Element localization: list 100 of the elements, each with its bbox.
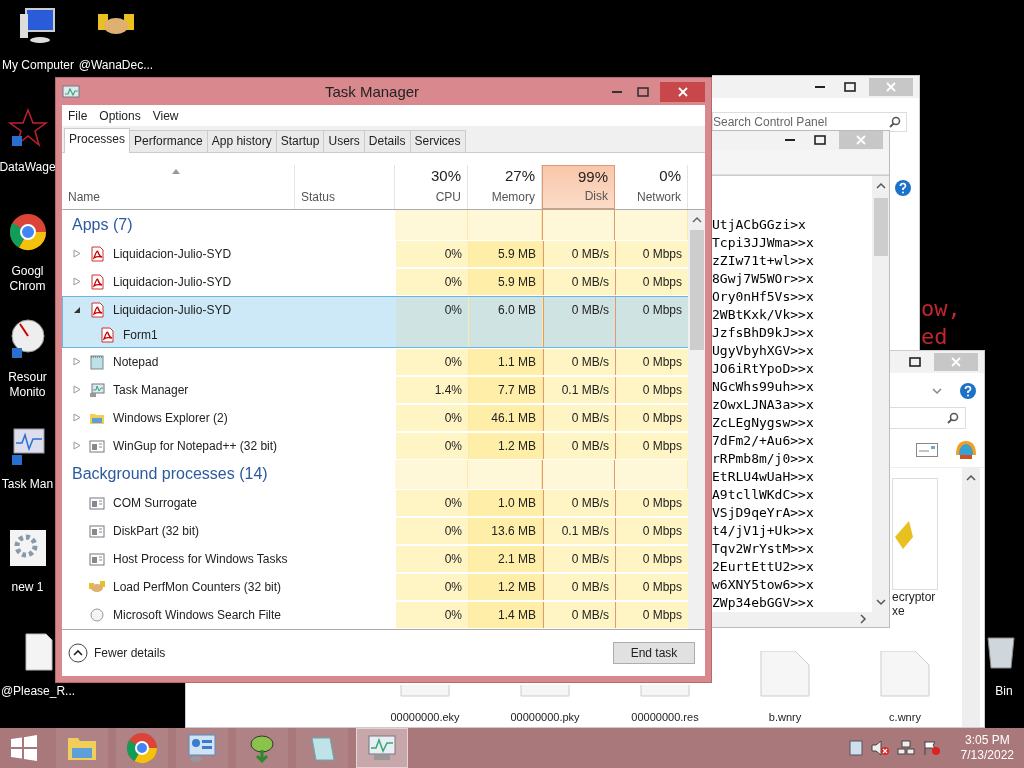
scroll-up-icon: [875, 181, 886, 190]
table-cell: 0 MB/s: [543, 240, 616, 267]
group-header: Background processes (14): [72, 465, 268, 484]
clock-date[interactable]: 7/13/2022: [960, 748, 1014, 763]
taskbar-button[interactable]: [176, 728, 228, 768]
process-name: Notepad: [113, 354, 159, 369]
table-row[interactable]: Liquidacion-Julio-SYD 0% 6.0 MB 0 MB/s 0 Mbps Form1: [62, 295, 688, 348]
tab[interactable]: Details: [363, 130, 411, 152]
scrollbar-thumb[interactable]: [873, 197, 888, 256]
expand-arrow-icon[interactable]: [73, 249, 81, 258]
expand-arrow-icon[interactable]: [73, 385, 81, 394]
tab[interactable]: Performance: [129, 130, 208, 152]
table-row[interactable]: Task Manager 1.4% 7.7 MB 0.1 MB/s 0 Mbps: [62, 375, 688, 404]
taskbar-button[interactable]: [236, 728, 288, 768]
icon-label: Bin: [995, 684, 1013, 699]
close-icon: [856, 135, 866, 146]
column-header[interactable]: 0% Network: [615, 165, 688, 209]
close-icon: [951, 357, 961, 367]
tab[interactable]: Processes: [64, 128, 131, 153]
table-row[interactable]: Notepad 0% 1.1 MB 0 MB/s 0 Mbps: [62, 347, 688, 376]
scrollbar[interactable]: [962, 468, 980, 727]
expand-arrow-icon[interactable]: [73, 413, 81, 422]
chevron-down-icon[interactable]: [932, 387, 942, 395]
pdf-icon: [89, 245, 105, 262]
wallpaper-text: ow,: [921, 296, 961, 322]
minimize-icon: [815, 86, 825, 88]
network-icon[interactable]: [896, 740, 915, 756]
table-row[interactable]: Liquidacion-Julio-SYD 0% 5.9 MB 0 MB/s 0 Mbps: [62, 239, 688, 268]
column-header[interactable]: Status: [295, 165, 395, 209]
tab[interactable]: Services: [409, 130, 466, 152]
scroll-up-icon: [691, 216, 702, 224]
menu-item[interactable]: View: [152, 109, 179, 123]
table-cell: 0%: [396, 490, 469, 516]
column-header[interactable]: 30% CPU: [395, 165, 468, 209]
computer-icon[interactable]: [18, 6, 58, 46]
text-line: Tqv2WrYstM>>x: [712, 539, 815, 558]
help-icon[interactable]: [960, 383, 976, 399]
scrollbar-thumb[interactable]: [689, 230, 704, 350]
icon-label: Resour: [8, 370, 47, 385]
end-task-button[interactable]: End task: [613, 642, 695, 664]
window-icon: [89, 523, 105, 539]
text-line: zZIw71t+wl>>x: [712, 251, 815, 270]
column-header[interactable]: 99% Disk: [542, 165, 615, 209]
icon-label: DataWage: [0, 160, 56, 175]
table-row[interactable]: DiskPart (32 bit) 0% 13.6 MB 0.1 MB/s 0 Mbps: [62, 517, 688, 545]
help-icon[interactable]: [895, 180, 911, 196]
speaker-muted-icon[interactable]: [870, 740, 889, 756]
clock-time[interactable]: 3:05 PM: [964, 733, 1010, 748]
table-row[interactable]: COM Surrogate 0% 1.0 MB 0 MB/s 0 Mbps: [62, 489, 688, 517]
chrome-icon[interactable]: [7, 212, 48, 252]
menu-item[interactable]: File: [68, 109, 88, 123]
search-field[interactable]: Search Control Panel: [712, 112, 907, 132]
shell-icon[interactable]: [954, 439, 978, 461]
process-name: Liquidacion-Julio-SYD: [113, 274, 232, 289]
taskbar-button[interactable]: [356, 728, 408, 768]
text-line: 2WBtKxk/Vk>>x: [712, 305, 815, 324]
text-line: rRPmb8m/j0>>x: [712, 449, 815, 468]
table-row[interactable]: WinGup for Notepad++ (32 bit) 0% 1.2 MB 0 MB/s 0 Mbps: [62, 431, 688, 460]
taskbar-button[interactable]: [116, 728, 168, 768]
tab[interactable]: Users: [323, 130, 365, 152]
close-button[interactable]: [660, 81, 705, 102]
scrollbar[interactable]: [688, 210, 705, 629]
table-row[interactable]: Host Process for Windows Tasks 0% 2.1 MB 0 MB/s 0 Mbps: [62, 545, 688, 573]
tab[interactable]: App history: [206, 130, 277, 152]
file-thumbnail[interactable]: [892, 478, 938, 590]
text-line: ZWp34ebGGV>>x: [712, 593, 815, 612]
table-row[interactable]: Liquidacion-Julio-SYD 0% 5.9 MB 0 MB/s 0 Mbps: [62, 267, 688, 296]
mail-icon[interactable]: [916, 443, 938, 457]
fewer-details-button[interactable]: Fewer details: [68, 643, 166, 663]
process-name: Load PerfMon Counters (32 bit): [113, 580, 282, 594]
expand-arrow-icon[interactable]: [73, 357, 81, 366]
flag-icon[interactable]: [922, 740, 941, 756]
menu-item[interactable]: Options: [99, 109, 141, 123]
table-row[interactable]: Microsoft Windows Search Filte 0% 1.4 MB 0 MB/s 0 Mbps: [62, 601, 688, 629]
table-cell: 0 MB/s: [543, 432, 616, 459]
tab[interactable]: Startup: [275, 130, 325, 152]
table-row[interactable]: Windows Explorer (2) 0% 46.1 MB 0 MB/s 0 Mbps: [62, 403, 688, 432]
window-icon: [89, 551, 105, 567]
app-chart-icon: [62, 84, 80, 99]
table-cell: 0 MB/s: [543, 546, 616, 572]
process-name: Task Manager: [113, 382, 189, 397]
scrollbar[interactable]: [872, 175, 889, 612]
process-name: Windows Explorer (2): [113, 410, 228, 425]
monitor-icon[interactable]: [848, 740, 863, 756]
text-line: A9tcllWKdC>>x: [712, 485, 815, 504]
table-cell: 1.2 MB: [469, 574, 543, 600]
windows-logo-icon: [11, 735, 37, 761]
minimize-icon: [785, 139, 795, 142]
expand-arrow-icon[interactable]: [73, 277, 81, 286]
gear-icon[interactable]: [7, 528, 48, 568]
star-logo-icon[interactable]: [7, 108, 48, 148]
table-cell: 0 MB/s: [543, 268, 616, 295]
taskbar-button[interactable]: [56, 728, 108, 768]
table-cell: 0 Mbps: [616, 546, 689, 572]
maximize-icon: [844, 82, 856, 92]
taskbar-button[interactable]: [296, 728, 348, 768]
collapse-arrow-icon[interactable]: [73, 305, 81, 314]
expand-arrow-icon[interactable]: [73, 441, 81, 450]
column-header[interactable]: Name: [62, 165, 295, 209]
table-row[interactable]: Load PerfMon Counters (32 bit) 0% 1.2 MB 0 MB/s 0 Mbps: [62, 573, 688, 601]
